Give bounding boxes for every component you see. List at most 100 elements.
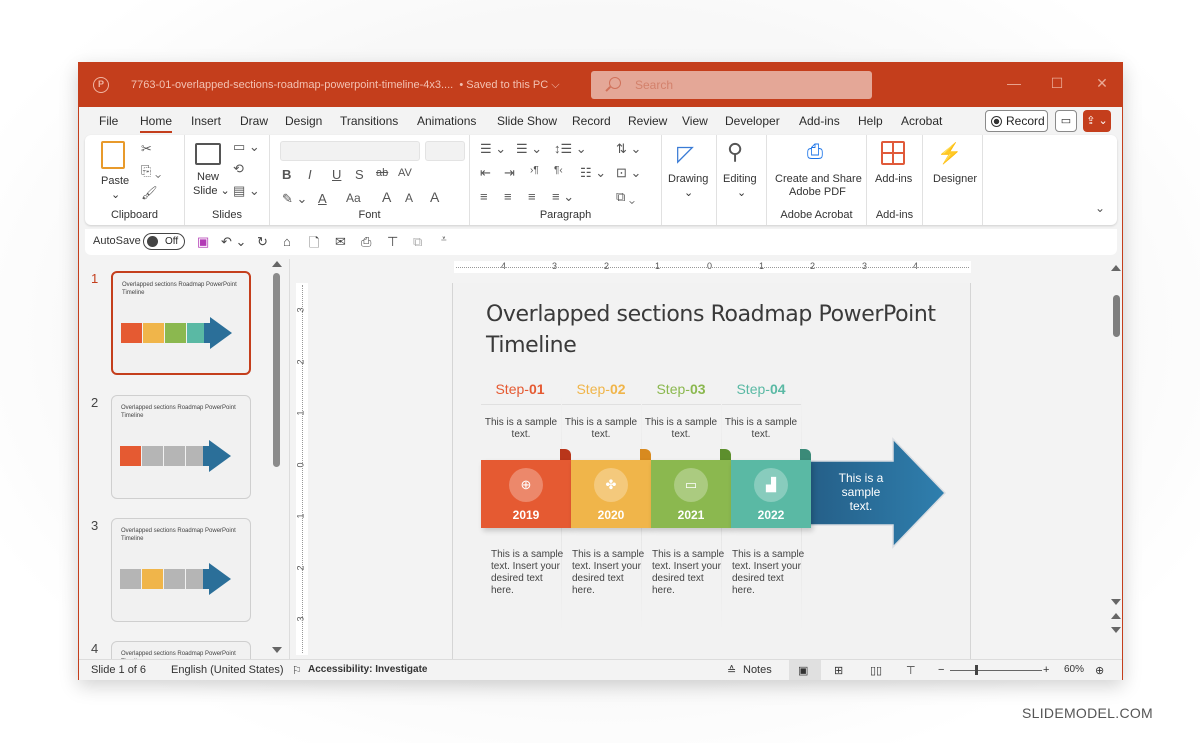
slide-thumbnail-3[interactable]: Overlapped sections Roadmap PowerPoint T… bbox=[111, 518, 251, 622]
step-2-top-text[interactable]: This is a sample text. bbox=[561, 417, 641, 441]
step-3-header[interactable]: Step-03 bbox=[641, 381, 721, 397]
fit-to-window-icon[interactable]: ⊕ bbox=[1095, 664, 1104, 677]
zoom-out-button[interactable]: − bbox=[938, 664, 944, 676]
add-ins-icon[interactable] bbox=[881, 141, 905, 165]
designer-button[interactable]: Designer bbox=[933, 173, 977, 185]
align-right-icon[interactable]: ≡ bbox=[528, 189, 536, 204]
slide-canvas[interactable]: Overlapped sections Roadmap PowerPoint T… bbox=[452, 283, 971, 659]
step-3-top-text[interactable]: This is a sample text. bbox=[641, 417, 721, 441]
scrollbar-thumb[interactable] bbox=[1113, 295, 1120, 337]
reset-icon[interactable]: ⟲ bbox=[233, 161, 244, 177]
text-direction-icon[interactable]: ⇅ ⌄ bbox=[616, 141, 641, 157]
normal-view-icon[interactable]: ▣ bbox=[798, 664, 808, 677]
decrease-indent-icon[interactable]: ⇤ bbox=[480, 165, 491, 181]
document-title[interactable]: 7763-01-overlapped-sections-roadmap-powe… bbox=[131, 79, 560, 92]
step-1-block[interactable]: ⊕ 2019 bbox=[481, 460, 571, 528]
slide-thumbnail-1[interactable]: Overlapped sections Roadmap PowerPoint T… bbox=[111, 271, 251, 375]
paste-button[interactable]: Paste bbox=[101, 175, 129, 187]
undo-icon[interactable]: ↶ ⌄ bbox=[221, 234, 246, 250]
comments-button[interactable]: ▭ bbox=[1055, 110, 1077, 132]
new-slide-button[interactable]: New bbox=[197, 171, 219, 183]
drawing-button[interactable]: Drawing bbox=[668, 173, 708, 185]
step-1-bottom-text[interactable]: This is a sample text. Insert your desir… bbox=[491, 549, 566, 597]
step-3-bottom-text[interactable]: This is a sample text. Insert your desir… bbox=[652, 549, 727, 597]
grow-font-button[interactable]: A bbox=[382, 189, 391, 205]
copy-icon[interactable]: ⎘ ⌄ bbox=[141, 163, 161, 179]
autosave-toggle[interactable]: Off bbox=[143, 233, 185, 250]
font-size-dropdown[interactable] bbox=[425, 141, 465, 161]
shadow-button[interactable]: S bbox=[355, 167, 364, 182]
thumbnails-scrollbar[interactable] bbox=[271, 259, 282, 659]
tab-transitions[interactable]: Transitions bbox=[340, 114, 398, 128]
italic-button[interactable]: I bbox=[308, 167, 312, 182]
align-left-icon[interactable]: ≡ bbox=[480, 189, 488, 204]
share-button[interactable]: ⇪ ⌄ bbox=[1083, 110, 1111, 132]
align-text-icon[interactable]: ⊡ ⌄ bbox=[616, 165, 641, 181]
previous-slide-icon[interactable] bbox=[1111, 613, 1121, 619]
editing-group[interactable]: ⚲ Editing ⌄ bbox=[717, 135, 767, 225]
search-box[interactable]: Search bbox=[591, 71, 872, 99]
tab-file[interactable]: File bbox=[99, 114, 118, 128]
step-4-top-text[interactable]: This is a sample text. bbox=[721, 417, 801, 441]
open-icon[interactable]: ⌂ bbox=[283, 234, 291, 249]
timeline-arrow[interactable] bbox=[809, 437, 947, 549]
line-spacing-icon[interactable]: ↕☰ ⌄ bbox=[554, 141, 587, 157]
smartart-icon[interactable]: ⧉ ⌄ bbox=[616, 189, 635, 205]
collapse-ribbon-icon[interactable]: ⌄ bbox=[1095, 201, 1105, 215]
bullets-icon[interactable]: ☰ ⌄ bbox=[480, 141, 506, 157]
save-icon[interactable]: ▣ bbox=[197, 234, 209, 250]
accessibility-status[interactable]: Accessibility: Investigate bbox=[308, 664, 428, 675]
slide-sorter-icon[interactable]: ⊞ bbox=[834, 664, 843, 677]
columns-icon[interactable]: ☷ ⌄ bbox=[580, 165, 606, 181]
close-button[interactable]: ✕ bbox=[1087, 75, 1117, 92]
step-2-header[interactable]: Step-02 bbox=[561, 381, 641, 397]
increase-indent-icon[interactable]: ⇥ bbox=[504, 165, 515, 181]
customize-qat-icon[interactable]: ⩡ bbox=[441, 234, 447, 245]
editor-scrollbar[interactable] bbox=[1110, 259, 1122, 659]
align-center-icon[interactable]: ≡ bbox=[504, 189, 512, 204]
step-2-bottom-text[interactable]: This is a sample text. Insert your desir… bbox=[572, 549, 647, 597]
new-slide-dropdown[interactable]: Slide ⌄ bbox=[193, 184, 230, 197]
bold-button[interactable]: B bbox=[282, 167, 291, 182]
step-2-block[interactable]: ✤ 2020 bbox=[571, 460, 651, 528]
paste-icon[interactable] bbox=[101, 141, 125, 169]
reading-view-icon[interactable]: ▯▯ bbox=[870, 664, 882, 677]
tab-view[interactable]: View bbox=[682, 114, 708, 128]
minimize-button[interactable]: — bbox=[999, 75, 1029, 91]
step-3-block[interactable]: ▭ 2021 bbox=[651, 460, 731, 528]
tab-record[interactable]: Record bbox=[572, 114, 611, 128]
step-4-bottom-text[interactable]: This is a sample text. Insert your desir… bbox=[732, 549, 807, 597]
cut-icon[interactable]: ✂ bbox=[141, 141, 152, 157]
scroll-up-icon[interactable] bbox=[272, 261, 282, 267]
scroll-down-icon[interactable] bbox=[1111, 599, 1121, 605]
step-1-header[interactable]: Step-01 bbox=[480, 381, 560, 397]
scroll-up-icon[interactable] bbox=[1111, 265, 1121, 271]
character-spacing-button[interactable]: AV bbox=[398, 167, 412, 179]
slide-thumbnail-2[interactable]: Overlapped sections Roadmap PowerPoint T… bbox=[111, 395, 251, 499]
font-name-dropdown[interactable] bbox=[280, 141, 420, 161]
tab-help[interactable]: Help bbox=[858, 114, 883, 128]
tab-home[interactable]: Home bbox=[140, 114, 173, 133]
change-case-button[interactable]: Aa bbox=[346, 191, 361, 205]
record-button[interactable]: Record bbox=[985, 110, 1048, 132]
zoom-level[interactable]: 60% bbox=[1064, 664, 1084, 675]
email-icon[interactable]: ✉ bbox=[335, 234, 346, 250]
redo-icon[interactable]: ↻ bbox=[257, 234, 268, 250]
tab-animations[interactable]: Animations bbox=[417, 114, 476, 128]
rtl-icon[interactable]: ¶‹ bbox=[554, 165, 563, 176]
underline-button[interactable]: U bbox=[332, 167, 341, 182]
scroll-down-icon[interactable] bbox=[272, 647, 282, 653]
step-1-top-text[interactable]: This is a sample text. bbox=[481, 417, 561, 441]
tab-draw[interactable]: Draw bbox=[240, 114, 268, 128]
layout-icon[interactable]: ▭ ⌄ bbox=[233, 139, 260, 155]
drawing-group[interactable]: ◸ Drawing ⌄ bbox=[662, 135, 717, 225]
add-ins-button[interactable]: Add-ins bbox=[875, 173, 912, 185]
zoom-slider[interactable] bbox=[950, 670, 1042, 671]
maximize-button[interactable]: ☐ bbox=[1042, 75, 1072, 92]
scrollbar-thumb[interactable] bbox=[273, 273, 280, 467]
step-4-block[interactable]: ▟ 2022 bbox=[731, 460, 811, 528]
zoom-slider-handle[interactable] bbox=[975, 665, 978, 675]
create-share-pdf-button[interactable]: Create and Share bbox=[775, 173, 862, 185]
tab-add-ins[interactable]: Add-ins bbox=[799, 114, 840, 128]
clear-formatting-button[interactable]: A bbox=[430, 189, 439, 205]
